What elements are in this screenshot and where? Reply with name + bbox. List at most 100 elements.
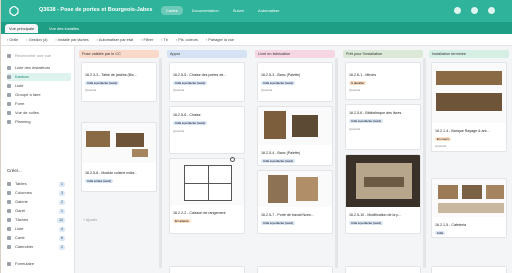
toolbar-colors-button[interactable]: Pls. coleurs — [176, 38, 198, 42]
column-scrollbar[interactable] — [335, 58, 338, 268]
cabinet-shelf — [184, 183, 232, 184]
kanban-card[interactable]: 16.2.5-4 - Banc (Palette) Cdts à perfect… — [257, 106, 333, 166]
count-badge: 2 — [59, 199, 65, 205]
furniture-image — [264, 111, 286, 139]
toolbar-automate-button[interactable]: Automatiser par etat — [97, 38, 133, 42]
sidebar-create-gantt[interactable]: Gantt 1 — [7, 207, 71, 215]
card-thumbnail — [258, 107, 332, 145]
kanban-card[interactable] — [345, 266, 421, 273]
card-thumbnail — [432, 63, 506, 123]
kanban-card[interactable]: 16.2.2-2 - Caisson de rangement En atten… — [169, 158, 245, 234]
kanban-card[interactable]: 16.2.3-3 - Table de jardins (Blo... Cdts… — [81, 62, 157, 102]
app-logo-icon[interactable] — [9, 6, 19, 16]
sidebar-create-label: Colonnes — [15, 190, 32, 195]
kanban-card[interactable] — [257, 266, 333, 273]
sidebar-item-planning[interactable]: Planning — [7, 118, 71, 126]
kanban-card[interactable]: 16.2.6-1 - Miroirs À planifier Quantité — [345, 62, 421, 100]
toolbar-sort-button[interactable]: Tri — [161, 38, 168, 42]
sidebar-create-label: Tâches — [15, 217, 29, 222]
sidebar-item-grouped[interactable]: Groupé à faire — [7, 91, 71, 99]
sidebar-create-calendar[interactable]: Calendrier 2 — [7, 243, 71, 251]
sidebar-create-form[interactable]: Formulaire — [7, 260, 71, 268]
card-title: 16.2.5-6 - Chaise — [173, 113, 201, 117]
toolbar-grid-button[interactable]: Grille — [7, 38, 18, 42]
card-meta: Quantité — [435, 144, 447, 148]
card-thumbnail — [82, 123, 156, 163]
kanban-card[interactable]: 16.2.1-5 - Cafeteria Cdts — [431, 178, 507, 238]
status-badge: En cours — [435, 137, 451, 141]
column-header[interactable]: Installation terminée — [429, 50, 509, 58]
column-header[interactable]: Appro — [167, 50, 247, 58]
top-nav-item[interactable]: Documentation — [187, 6, 224, 15]
column-scrollbar[interactable] — [159, 58, 162, 268]
sidebar-create-label: Liste — [15, 226, 24, 231]
sidebar-create-tables[interactable]: Tables 1 — [7, 180, 71, 188]
sidebar-create-columns[interactable]: Colonnes 3 — [7, 189, 71, 197]
kanban-card[interactable]: 16.2.5-10 - Modification de la p... Cdts… — [345, 154, 421, 234]
sidebar-create-label: Gantt — [15, 208, 25, 213]
status-badge: Cdts à perfecter (suivi) — [261, 159, 296, 163]
count-badge: 2 — [59, 244, 65, 250]
sidebar-item-kanban[interactable]: Kanban — [7, 73, 71, 81]
column-header[interactable]: Pose validée par le CC — [79, 50, 159, 58]
furniture-image — [116, 133, 144, 147]
sidebar-create-tasks[interactable]: Tâches 12 — [7, 216, 71, 224]
sidebar-create-list[interactable]: Liste 4 — [7, 225, 71, 233]
counter-image — [436, 71, 502, 85]
status-badge: Cdts — [435, 231, 446, 235]
top-icons — [454, 7, 495, 14]
count-badge: 4 — [59, 226, 65, 232]
tab-main-view[interactable]: Vue principale — [5, 24, 39, 33]
sidebar-create-card[interactable]: Carte 8 — [7, 234, 71, 242]
add-card-button[interactable]: + Ajouter — [83, 218, 97, 222]
kanban-card[interactable]: 16.2.5-5 - Chaise des portes de... Cdts … — [169, 62, 245, 102]
sidebar-create-gallery[interactable]: Galerie 2 — [7, 198, 71, 206]
card-meta: Quantité — [173, 88, 185, 92]
column-header[interactable]: Livré en fabrication — [255, 50, 335, 58]
card-meta: Quantité — [349, 88, 361, 92]
kanban-card[interactable]: 16.2.5-7 - Porte de travail Ncés... Cdts… — [257, 170, 333, 234]
kanban-card[interactable]: 16.2.1-4 - Banque Rayage & ant... En cou… — [431, 62, 507, 152]
kanban-card[interactable]: 16.2.5-6 - Chaise Cdts à perfecter (suiv… — [169, 106, 245, 154]
sidebar-item-installers[interactable]: Liste des installeurs — [7, 64, 71, 72]
notification-icon[interactable] — [471, 7, 478, 14]
top-bar: Q3638 - Pose de portes et Bourgeois-Jabe… — [1, 0, 512, 22]
top-nav-item[interactable]: Suivre — [228, 6, 249, 15]
sidebar-item-glue-view[interactable]: Vue de colles — [7, 109, 71, 117]
card-thumbnail — [432, 179, 506, 217]
kanban-card[interactable] — [431, 266, 507, 273]
column-header[interactable]: Prêt pour l'installation — [343, 50, 423, 58]
kanban-card[interactable]: 16.2.5-3 - Banc (Palette) Cdts à perfect… — [257, 62, 333, 102]
furniture-image — [292, 115, 318, 137]
toolbar-filter-button[interactable]: Filtrer — [141, 38, 154, 42]
top-nav-item[interactable]: Automatiser — [253, 6, 284, 15]
sidebar-item-form[interactable]: Form — [7, 100, 71, 108]
toolbar-share-button[interactable]: Partager la vue — [206, 38, 234, 42]
kanban-card[interactable]: 16.2.5-8 - Module cuisine mdia... Cdts à… — [81, 122, 157, 192]
kanban-card[interactable] — [169, 266, 245, 273]
tab-installs-view[interactable]: Vue des installes — [45, 24, 83, 33]
page-title: Q3638 - Pose de portes et Bourgeois-Jabe… — [39, 7, 153, 13]
toolbar-installed-button[interactable]: Installé par tâches — [55, 38, 89, 42]
furniture-image — [86, 131, 110, 147]
card-title: 16.2.5-5 - Chaise des portes de... — [173, 73, 227, 77]
sidebar-create-label: Galerie — [15, 199, 28, 204]
top-nav-item[interactable]: Cartes — [161, 6, 183, 15]
count-badge: 1 — [59, 208, 65, 214]
help-icon[interactable] — [454, 7, 461, 14]
avatar[interactable] — [488, 7, 495, 14]
status-badge: Cdts à perfecter (suivi) — [173, 121, 208, 125]
view-search-input[interactable]: Rechercher une vue — [7, 52, 71, 60]
toolbar-group-button[interactable]: Gestion (4) — [26, 38, 48, 42]
count-badge: 3 — [59, 190, 65, 196]
card-title: 16.2.5-8 - Module cuisine mdia... — [85, 171, 138, 175]
sidebar-section-create: Créer... — [7, 168, 22, 173]
kanban-column: Installation terminée 16.2.1-4 - Banque … — [429, 50, 509, 273]
status-badge: Cdts à faire (suivi) — [85, 179, 114, 183]
kanban-column: Pose validée par le CC 16.2.3-3 - Table … — [79, 50, 159, 273]
sidebar-item-list[interactable]: Liste — [7, 82, 71, 90]
kanban-card[interactable]: 16.2.5-6 - Bibliothèque des livres Cdts … — [345, 104, 421, 150]
status-badge: Cdts à perfecter (suivi) — [349, 119, 384, 123]
column-scrollbar[interactable] — [423, 58, 426, 268]
kanban-board: Pose validée par le CC 16.2.3-3 - Table … — [75, 46, 512, 273]
